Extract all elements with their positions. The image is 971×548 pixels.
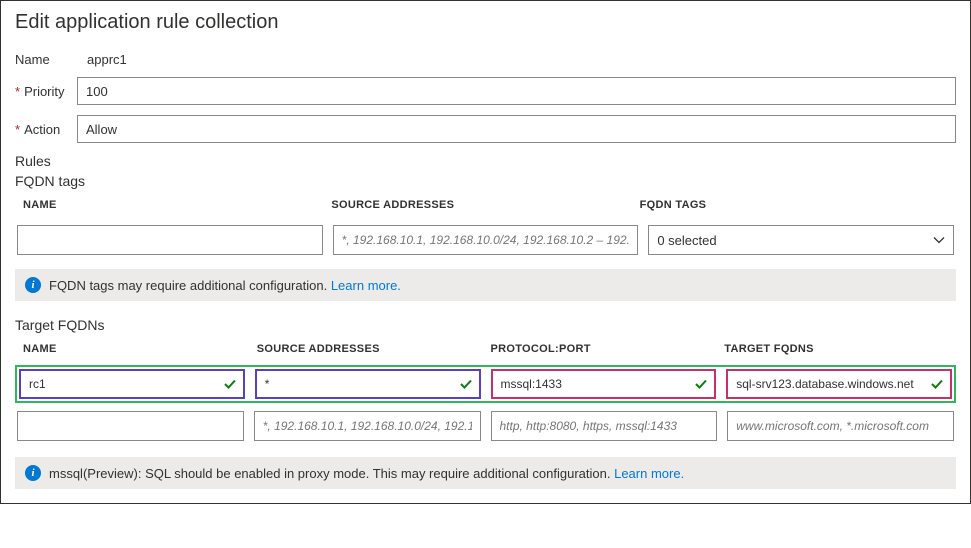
required-star: *	[15, 122, 20, 137]
tfq-source-input-blank[interactable]	[254, 411, 481, 441]
rules-label: Rules	[15, 153, 956, 169]
chevron-down-icon	[933, 234, 945, 246]
tfq-name-cell	[19, 369, 245, 399]
highlighted-row-wrap	[15, 365, 956, 403]
tfq-source-input[interactable]	[255, 369, 481, 399]
name-value: apprc1	[77, 52, 127, 67]
col-tags: FQDN TAGS	[640, 199, 948, 211]
fqdn-tags-table: NAME SOURCE ADDRESSES FQDN TAGS 0 select…	[15, 199, 956, 255]
col-target: TARGET FQDNS	[724, 343, 948, 355]
fqdn-name-input[interactable]	[17, 225, 323, 255]
priority-input[interactable]	[77, 77, 956, 105]
tfq-target-input[interactable]	[726, 369, 952, 399]
page-title: Edit application rule collection	[15, 1, 956, 52]
col-source: SOURCE ADDRESSES	[331, 199, 639, 211]
required-star: *	[15, 84, 20, 99]
tfq-target-cell	[726, 369, 952, 399]
name-row: Name apprc1	[15, 52, 956, 67]
fqdn-tags-label: FQDN tags	[15, 173, 956, 189]
col-source: SOURCE ADDRESSES	[257, 343, 481, 355]
info-icon: i	[25, 277, 41, 293]
target-fqdns-label: Target FQDNs	[15, 317, 956, 333]
fqdn-tags-select[interactable]: 0 selected	[648, 225, 954, 255]
tfq-name-input-blank[interactable]	[17, 411, 244, 441]
priority-row: *Priority	[15, 77, 956, 105]
fqdn-tags-header-row: NAME SOURCE ADDRESSES FQDN TAGS	[15, 199, 956, 221]
priority-label: *Priority	[15, 84, 77, 99]
tfq-protocol-cell	[491, 369, 717, 399]
target-fqdns-table: NAME SOURCE ADDRESSES PROTOCOL:PORT TARG…	[15, 343, 956, 443]
mssql-info-bar: i mssql(Preview): SQL should be enabled …	[15, 457, 956, 489]
fqdn-info-bar: i FQDN tags may require additional confi…	[15, 269, 956, 301]
action-row: *Action	[15, 115, 956, 143]
fqdn-tags-selected: 0 selected	[657, 233, 716, 248]
info-icon: i	[25, 465, 41, 481]
col-name: NAME	[23, 199, 331, 211]
tfq-name-input[interactable]	[19, 369, 245, 399]
col-name: NAME	[23, 343, 247, 355]
fqdn-source-input[interactable]	[333, 225, 639, 255]
mssql-info-text: mssql(Preview): SQL should be enabled in…	[49, 466, 684, 481]
target-fqdns-row-1	[19, 369, 952, 399]
tfq-protocol-input[interactable]	[491, 369, 717, 399]
tfq-source-cell	[255, 369, 481, 399]
action-label: *Action	[15, 122, 77, 137]
target-fqdns-header-row: NAME SOURCE ADDRESSES PROTOCOL:PORT TARG…	[15, 343, 956, 365]
tfq-protocol-input-blank[interactable]	[491, 411, 718, 441]
name-label: Name	[15, 52, 77, 67]
col-protocol: PROTOCOL:PORT	[491, 343, 715, 355]
fqdn-info-text: FQDN tags may require additional configu…	[49, 278, 401, 293]
learn-more-link[interactable]: Learn more.	[614, 466, 684, 481]
action-input[interactable]	[77, 115, 956, 143]
fqdn-tags-row: 0 selected	[15, 225, 956, 255]
tfq-target-input-blank[interactable]	[727, 411, 954, 441]
learn-more-link[interactable]: Learn more.	[331, 278, 401, 293]
target-fqdns-row-2	[15, 409, 956, 443]
edit-rule-collection-panel: Edit application rule collection Name ap…	[0, 0, 971, 504]
